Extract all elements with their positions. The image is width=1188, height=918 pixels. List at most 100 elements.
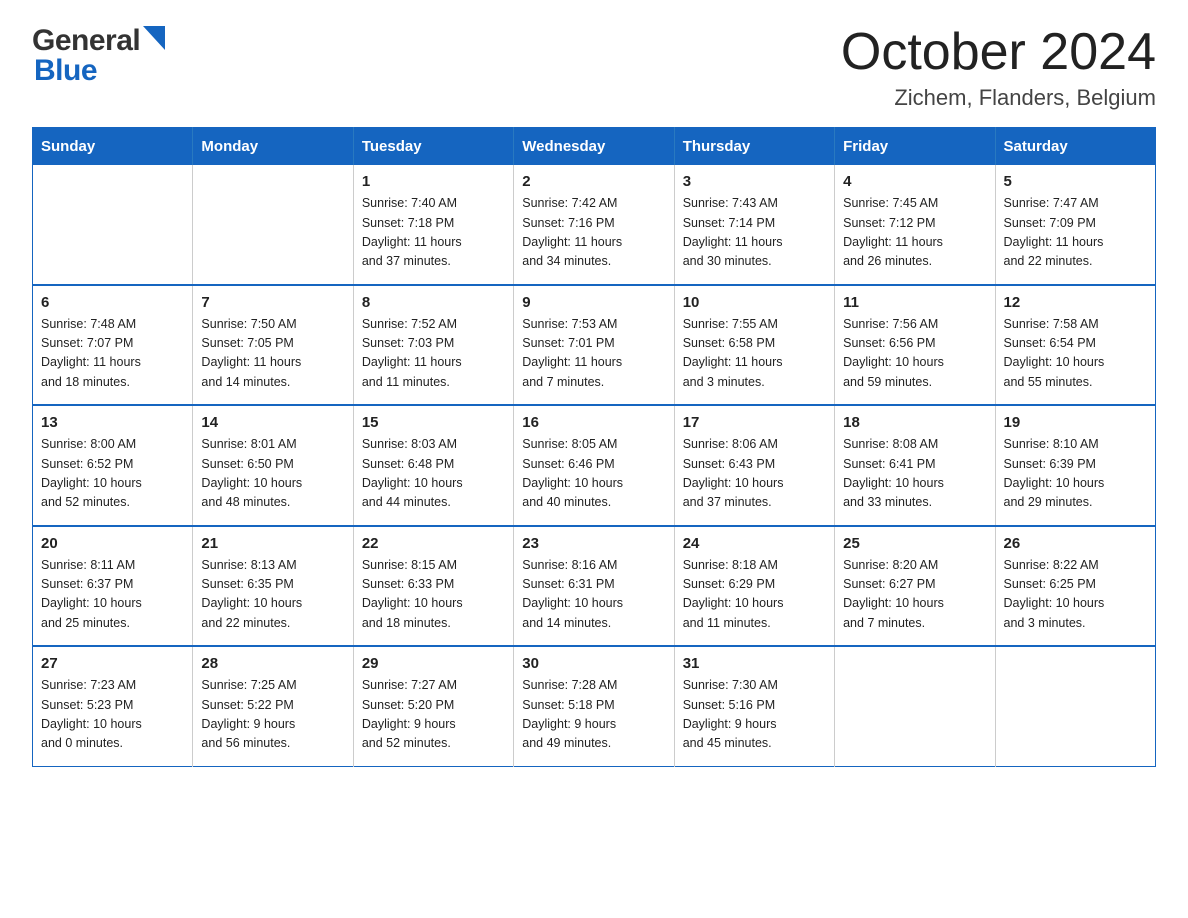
calendar-cell: 13 Sunrise: 8:00 AM Sunset: 6:52 PM Dayli… xyxy=(33,405,193,526)
day-number: 2 xyxy=(522,173,665,190)
calendar-cell: 4Sunrise: 7:45 AM Sunset: 7:12 PM Daylig… xyxy=(835,165,995,285)
day-info: Sunrise: 8:03 AM Sunset: 6:48 PM Dayligh… xyxy=(362,435,505,513)
day-number: 1 xyxy=(362,173,505,190)
calendar-cell: 22 Sunrise: 8:15 AM Sunset: 6:33 PM Dayli… xyxy=(353,526,513,647)
day-info: Sunrise: 8:06 AM Sunset: 6:43 PM Dayligh… xyxy=(683,435,826,513)
day-number: 10 xyxy=(683,294,826,311)
day-info: Sunrise: 8:13 AM Sunset: 6:35 PM Dayligh… xyxy=(201,556,344,634)
day-info: Sunrise: 7:40 AM Sunset: 7:18 PM Dayligh… xyxy=(362,194,505,272)
calendar-day-header: Monday xyxy=(193,128,353,166)
day-info: Sunrise: 7:30 AM Sunset: 5:16 PM Dayligh… xyxy=(683,676,826,754)
day-info: Sunrise: 7:56 AM Sunset: 6:56 PM Dayligh… xyxy=(843,315,986,393)
day-info: Sunrise: 8:05 AM Sunset: 6:46 PM Dayligh… xyxy=(522,435,665,513)
logo-general-text: General xyxy=(32,24,140,58)
page-header: General Blue October 2024 Zichem, Flande… xyxy=(32,24,1156,111)
calendar-cell xyxy=(33,165,193,285)
day-number: 11 xyxy=(843,294,986,311)
day-number: 19 xyxy=(1004,414,1147,431)
day-info: Sunrise: 7:52 AM Sunset: 7:03 PM Dayligh… xyxy=(362,315,505,393)
calendar-cell: 25Sunrise: 8:20 AM Sunset: 6:27 PM Dayli… xyxy=(835,526,995,647)
calendar-cell: 16 Sunrise: 8:05 AM Sunset: 6:46 PM Dayli… xyxy=(514,405,674,526)
calendar-cell: 24Sunrise: 8:18 AM Sunset: 6:29 PM Dayli… xyxy=(674,526,834,647)
day-info: Sunrise: 7:23 AM Sunset: 5:23 PM Dayligh… xyxy=(41,676,184,754)
calendar-cell: 3Sunrise: 7:43 AM Sunset: 7:14 PM Daylig… xyxy=(674,165,834,285)
day-info: Sunrise: 7:27 AM Sunset: 5:20 PM Dayligh… xyxy=(362,676,505,754)
calendar-cell: 31 Sunrise: 7:30 AM Sunset: 5:16 PM Dayli… xyxy=(674,646,834,766)
day-number: 3 xyxy=(683,173,826,190)
day-number: 29 xyxy=(362,655,505,672)
day-number: 17 xyxy=(683,414,826,431)
day-number: 27 xyxy=(41,655,184,672)
calendar-header-row: SundayMondayTuesdayWednesdayThursdayFrid… xyxy=(33,128,1156,166)
day-info: Sunrise: 8:00 AM Sunset: 6:52 PM Dayligh… xyxy=(41,435,184,513)
day-number: 9 xyxy=(522,294,665,311)
calendar-day-header: Tuesday xyxy=(353,128,513,166)
day-info: Sunrise: 8:15 AM Sunset: 6:33 PM Dayligh… xyxy=(362,556,505,634)
calendar-day-header: Saturday xyxy=(995,128,1155,166)
calendar-day-header: Thursday xyxy=(674,128,834,166)
calendar-day-header: Friday xyxy=(835,128,995,166)
day-number: 16 xyxy=(522,414,665,431)
day-info: Sunrise: 7:25 AM Sunset: 5:22 PM Dayligh… xyxy=(201,676,344,754)
calendar-cell: 28 Sunrise: 7:25 AM Sunset: 5:22 PM Dayli… xyxy=(193,646,353,766)
calendar-cell: 27 Sunrise: 7:23 AM Sunset: 5:23 PM Dayli… xyxy=(33,646,193,766)
day-number: 21 xyxy=(201,535,344,552)
calendar-cell xyxy=(835,646,995,766)
day-number: 30 xyxy=(522,655,665,672)
calendar-cell: 15Sunrise: 8:03 AM Sunset: 6:48 PM Dayli… xyxy=(353,405,513,526)
day-info: Sunrise: 8:08 AM Sunset: 6:41 PM Dayligh… xyxy=(843,435,986,513)
day-number: 5 xyxy=(1004,173,1147,190)
calendar-cell: 6Sunrise: 7:48 AM Sunset: 7:07 PM Daylig… xyxy=(33,285,193,406)
calendar-cell: 7 Sunrise: 7:50 AM Sunset: 7:05 PM Daylig… xyxy=(193,285,353,406)
day-info: Sunrise: 8:16 AM Sunset: 6:31 PM Dayligh… xyxy=(522,556,665,634)
title-section: October 2024 Zichem, Flanders, Belgium xyxy=(841,24,1156,111)
day-number: 8 xyxy=(362,294,505,311)
day-info: Sunrise: 7:42 AM Sunset: 7:16 PM Dayligh… xyxy=(522,194,665,272)
day-info: Sunrise: 7:58 AM Sunset: 6:54 PM Dayligh… xyxy=(1004,315,1147,393)
calendar-week-row: 20 Sunrise: 8:11 AM Sunset: 6:37 PM Dayli… xyxy=(33,526,1156,647)
calendar-cell: 29 Sunrise: 7:27 AM Sunset: 5:20 PM Dayli… xyxy=(353,646,513,766)
day-number: 28 xyxy=(201,655,344,672)
calendar-cell: 19Sunrise: 8:10 AM Sunset: 6:39 PM Dayli… xyxy=(995,405,1155,526)
calendar-table: SundayMondayTuesdayWednesdayThursdayFrid… xyxy=(32,127,1156,767)
day-number: 20 xyxy=(41,535,184,552)
day-number: 31 xyxy=(683,655,826,672)
day-info: Sunrise: 8:20 AM Sunset: 6:27 PM Dayligh… xyxy=(843,556,986,634)
day-info: Sunrise: 7:55 AM Sunset: 6:58 PM Dayligh… xyxy=(683,315,826,393)
calendar-cell: 14 Sunrise: 8:01 AM Sunset: 6:50 PM Dayli… xyxy=(193,405,353,526)
calendar-cell: 11 Sunrise: 7:56 AM Sunset: 6:56 PM Dayli… xyxy=(835,285,995,406)
calendar-cell: 2 Sunrise: 7:42 AM Sunset: 7:16 PM Daylig… xyxy=(514,165,674,285)
day-info: Sunrise: 8:11 AM Sunset: 6:37 PM Dayligh… xyxy=(41,556,184,634)
day-number: 22 xyxy=(362,535,505,552)
calendar-week-row: 6Sunrise: 7:48 AM Sunset: 7:07 PM Daylig… xyxy=(33,285,1156,406)
day-number: 6 xyxy=(41,294,184,311)
calendar-week-row: 13 Sunrise: 8:00 AM Sunset: 6:52 PM Dayli… xyxy=(33,405,1156,526)
calendar-cell: 17 Sunrise: 8:06 AM Sunset: 6:43 PM Dayli… xyxy=(674,405,834,526)
day-info: Sunrise: 8:22 AM Sunset: 6:25 PM Dayligh… xyxy=(1004,556,1147,634)
day-number: 14 xyxy=(201,414,344,431)
day-info: Sunrise: 7:45 AM Sunset: 7:12 PM Dayligh… xyxy=(843,194,986,272)
day-number: 23 xyxy=(522,535,665,552)
calendar-cell: 30 Sunrise: 7:28 AM Sunset: 5:18 PM Dayli… xyxy=(514,646,674,766)
day-info: Sunrise: 8:01 AM Sunset: 6:50 PM Dayligh… xyxy=(201,435,344,513)
day-number: 7 xyxy=(201,294,344,311)
calendar-day-header: Wednesday xyxy=(514,128,674,166)
day-number: 13 xyxy=(41,414,184,431)
logo-blue-text: Blue xyxy=(34,54,97,88)
calendar-cell: 8 Sunrise: 7:52 AM Sunset: 7:03 PM Daylig… xyxy=(353,285,513,406)
calendar-cell: 21 Sunrise: 8:13 AM Sunset: 6:35 PM Dayli… xyxy=(193,526,353,647)
calendar-week-row: 27 Sunrise: 7:23 AM Sunset: 5:23 PM Dayli… xyxy=(33,646,1156,766)
day-number: 12 xyxy=(1004,294,1147,311)
day-number: 18 xyxy=(843,414,986,431)
calendar-cell: 20 Sunrise: 8:11 AM Sunset: 6:37 PM Dayli… xyxy=(33,526,193,647)
day-info: Sunrise: 7:50 AM Sunset: 7:05 PM Dayligh… xyxy=(201,315,344,393)
day-info: Sunrise: 7:28 AM Sunset: 5:18 PM Dayligh… xyxy=(522,676,665,754)
calendar-cell: 10 Sunrise: 7:55 AM Sunset: 6:58 PM Dayli… xyxy=(674,285,834,406)
calendar-week-row: 1 Sunrise: 7:40 AM Sunset: 7:18 PM Daylig… xyxy=(33,165,1156,285)
calendar-cell: 5Sunrise: 7:47 AM Sunset: 7:09 PM Daylig… xyxy=(995,165,1155,285)
month-title: October 2024 xyxy=(841,24,1156,81)
day-info: Sunrise: 8:18 AM Sunset: 6:29 PM Dayligh… xyxy=(683,556,826,634)
calendar-cell: 23 Sunrise: 8:16 AM Sunset: 6:31 PM Dayli… xyxy=(514,526,674,647)
logo-arrow-icon xyxy=(143,26,165,55)
calendar-day-header: Sunday xyxy=(33,128,193,166)
